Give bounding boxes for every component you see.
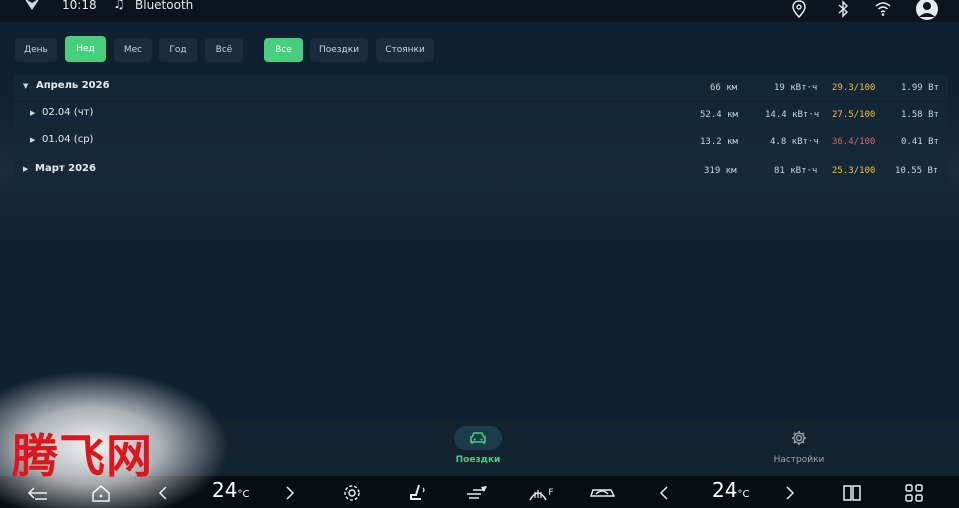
airflow-icon[interactable] <box>465 482 489 504</box>
row-distance: 52.4 км <box>700 110 738 120</box>
defrost-label: F <box>548 488 554 498</box>
clock: 10:18 <box>62 0 97 12</box>
row-cost: 1.99 Вт <box>901 83 939 93</box>
row-consumption: 27.5/100 <box>832 110 876 120</box>
climate-settings-icon[interactable] <box>340 482 364 504</box>
passenger-temperature-unit: °C <box>737 489 750 500</box>
row-consumption: 29.3/100 <box>832 83 876 93</box>
temp-left-increase-icon[interactable] <box>278 482 302 504</box>
period-filter-month[interactable]: Мес <box>114 38 152 62</box>
expand-caret-right-icon: ▶ <box>23 165 29 173</box>
gear-icon <box>792 431 806 445</box>
row-energy: 81 кВт·ч <box>774 166 818 176</box>
row-distance: 66 км <box>710 83 738 93</box>
row-distance: 13.2 км <box>700 137 738 147</box>
expand-caret-right-icon: ▶ <box>30 136 36 144</box>
row-distance: 319 км <box>704 166 737 176</box>
tab-trips[interactable]: Поездки <box>452 426 504 472</box>
car-icon <box>470 432 486 444</box>
expand-caret-down-icon: ▼ <box>23 82 29 90</box>
row-energy: 19 кВт·ч <box>774 83 818 93</box>
tab-settings[interactable]: Настройки <box>768 426 830 472</box>
day-row-0204[interactable]: ▶ 02.04 (чт) 52.4 км 14.4 кВт·ч 27.5/100… <box>14 102 948 128</box>
apps-grid-icon[interactable] <box>902 482 926 504</box>
seat-heat-icon[interactable] <box>405 482 429 504</box>
row-label: 02.04 (чт) <box>42 107 94 118</box>
row-label: Апрель 2026 <box>36 80 110 91</box>
brand-logo-icon <box>25 0 39 10</box>
settings-tab-pill <box>775 426 823 450</box>
row-cost: 0.41 Вт <box>901 137 939 147</box>
row-energy: 4.8 кВт·ч <box>770 137 819 147</box>
temp-right-increase-icon[interactable] <box>778 482 802 504</box>
watermark-text: 腾飞网 <box>12 429 153 483</box>
tab-trips-label: Поездки <box>455 455 501 465</box>
month-row-april[interactable]: ▼ Апрель 2026 66 км 19 кВт·ч 29.3/100 1.… <box>14 75 948 101</box>
row-cost: 10.55 Вт <box>895 166 939 176</box>
music-note-icon: ♫ <box>113 0 125 12</box>
row-label: Март 2026 <box>35 163 96 174</box>
split-screen-icon[interactable] <box>840 482 864 504</box>
row-energy: 14.4 кВт·ч <box>765 110 820 120</box>
main-panel: День Нед Мес Год Всё Все Поездки Стоянки… <box>0 22 959 420</box>
row-consumption: 36.4/100 <box>832 137 876 147</box>
period-filter-all[interactable]: Всё <box>205 38 243 62</box>
type-filter-trips[interactable]: Поездки <box>310 38 368 62</box>
recirculation-icon[interactable] <box>587 482 617 504</box>
temp-right-decrease-icon[interactable] <box>652 482 676 504</box>
tab-settings-label: Настройки <box>773 455 825 465</box>
bluetooth-label: Bluetooth <box>135 0 194 12</box>
type-filter-all[interactable]: Все <box>264 38 303 62</box>
period-filter-year[interactable]: Год <box>159 38 197 62</box>
wifi-icon[interactable] <box>874 0 892 18</box>
passenger-temperature: 24°C <box>712 478 749 502</box>
row-cost: 1.58 Вт <box>901 110 939 120</box>
row-label: 01.04 (ср) <box>42 134 94 145</box>
bluetooth-icon[interactable] <box>834 0 852 18</box>
period-filter-week[interactable]: Нед <box>65 36 106 62</box>
day-row-0104[interactable]: ▶ 01.04 (ср) 13.2 км 4.8 кВт·ч 36.4/100 … <box>14 129 948 155</box>
front-defrost-icon[interactable]: F <box>526 482 556 504</box>
expand-caret-right-icon: ▶ <box>30 109 36 117</box>
period-filter-day[interactable]: День <box>15 38 57 62</box>
type-filter-parking[interactable]: Стоянки <box>376 38 434 62</box>
row-consumption: 25.3/100 <box>832 166 876 176</box>
passenger-temperature-value: 24 <box>712 478 738 502</box>
month-row-march[interactable]: ▶ Март 2026 319 км 81 кВт·ч 25.3/100 10.… <box>14 158 948 184</box>
location-icon[interactable] <box>790 0 808 18</box>
status-bar: 10:18 ♫ Bluetooth <box>0 0 959 22</box>
user-avatar-icon[interactable] <box>914 0 940 20</box>
driver-temperature-unit: °C <box>237 489 250 500</box>
trips-tab-pill <box>454 426 502 450</box>
